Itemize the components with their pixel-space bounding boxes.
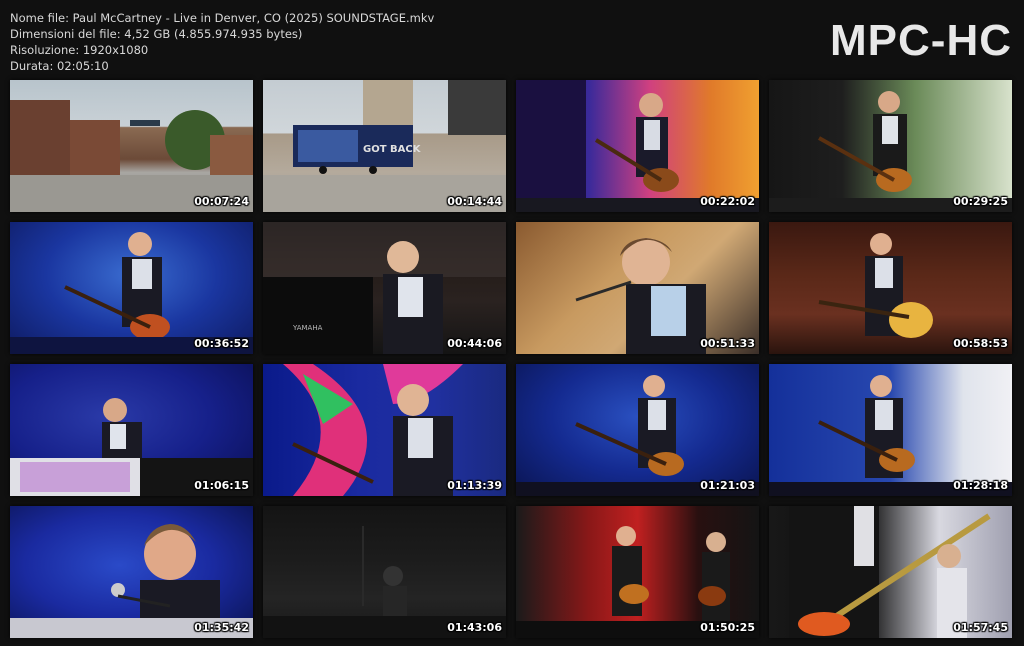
thumbnail-10: 01:13:39 bbox=[263, 364, 506, 496]
thumbnail-2: GOT BACK 00:14:44 bbox=[263, 80, 506, 212]
timestamp-label: 01:06:15 bbox=[194, 479, 249, 492]
thumbnail-image bbox=[769, 222, 1012, 354]
thumbnail-image bbox=[10, 222, 253, 354]
timestamp-label: 01:57:45 bbox=[953, 621, 1008, 634]
mpc-hc-logo: MPC-HC bbox=[830, 16, 1012, 65]
timestamp-label: 00:22:02 bbox=[700, 195, 755, 208]
thumbnail-14: 01:43:06 bbox=[263, 506, 506, 638]
thumbnail-image bbox=[769, 80, 1012, 212]
timestamp-label: 01:28:18 bbox=[953, 479, 1008, 492]
thumbnail-image bbox=[769, 506, 1012, 638]
timestamp-label: 01:43:06 bbox=[447, 621, 502, 634]
file-info-panel: Nome file: Paul McCartney - Live in Denv… bbox=[10, 10, 434, 74]
thumbnail-image bbox=[263, 506, 506, 638]
thumbnail-9: 01:06:15 bbox=[10, 364, 253, 496]
thumbnail-image bbox=[516, 80, 759, 212]
thumbnail-image bbox=[769, 364, 1012, 496]
thumbnail-image bbox=[10, 364, 253, 496]
thumbnail-7: 00:51:33 bbox=[516, 222, 759, 354]
piano-brand: YAMAHA bbox=[292, 324, 323, 332]
thumbnail-image bbox=[10, 506, 253, 638]
file-size-text: Dimensioni del file: 4,52 GB (4.855.974.… bbox=[10, 27, 303, 41]
timestamp-label: 00:51:33 bbox=[700, 337, 755, 350]
thumbnail-8: 00:58:53 bbox=[769, 222, 1012, 354]
timestamp-label: 00:29:25 bbox=[953, 195, 1008, 208]
file-name-text: Nome file: Paul McCartney - Live in Denv… bbox=[10, 11, 435, 25]
timestamp-label: 00:44:06 bbox=[447, 337, 502, 350]
thumbnail-image bbox=[516, 364, 759, 496]
thumbnail-image: GOT BACK bbox=[263, 80, 506, 212]
thumbnail-15: 01:50:25 bbox=[516, 506, 759, 638]
timestamp-label: 01:21:03 bbox=[700, 479, 755, 492]
thumbnail-11: 01:21:03 bbox=[516, 364, 759, 496]
timestamp-label: 00:58:53 bbox=[953, 337, 1008, 350]
duration-text: Durata: 02:05:10 bbox=[10, 59, 109, 73]
trailer-text: GOT BACK bbox=[363, 144, 422, 155]
thumbnail-image bbox=[516, 506, 759, 638]
thumbnail-image bbox=[263, 364, 506, 496]
thumbnail-6: YAMAHA 00:44:06 bbox=[263, 222, 506, 354]
timestamp-label: 01:35:42 bbox=[194, 621, 249, 634]
timestamp-label: 00:14:44 bbox=[447, 195, 502, 208]
thumbnail-12: 01:28:18 bbox=[769, 364, 1012, 496]
timestamp-label: 00:07:24 bbox=[194, 195, 249, 208]
thumbnail-grid: 00:07:24 GOT BACK 00:14:44 00:22:02 00:2… bbox=[10, 80, 1016, 638]
timestamp-label: 00:36:52 bbox=[194, 337, 249, 350]
resolution-text: Risoluzione: 1920x1080 bbox=[10, 43, 149, 57]
thumbnail-4: 00:29:25 bbox=[769, 80, 1012, 212]
thumbnail-16: 01:57:45 bbox=[769, 506, 1012, 638]
thumbnail-image bbox=[10, 80, 253, 212]
thumbnail-13: 01:35:42 bbox=[10, 506, 253, 638]
thumbnail-image bbox=[516, 222, 759, 354]
timestamp-label: 01:13:39 bbox=[447, 479, 502, 492]
thumbnail-1: 00:07:24 bbox=[10, 80, 253, 212]
thumbnail-5: 00:36:52 bbox=[10, 222, 253, 354]
timestamp-label: 01:50:25 bbox=[700, 621, 755, 634]
thumbnail-image: YAMAHA bbox=[263, 222, 506, 354]
thumbnail-3: 00:22:02 bbox=[516, 80, 759, 212]
